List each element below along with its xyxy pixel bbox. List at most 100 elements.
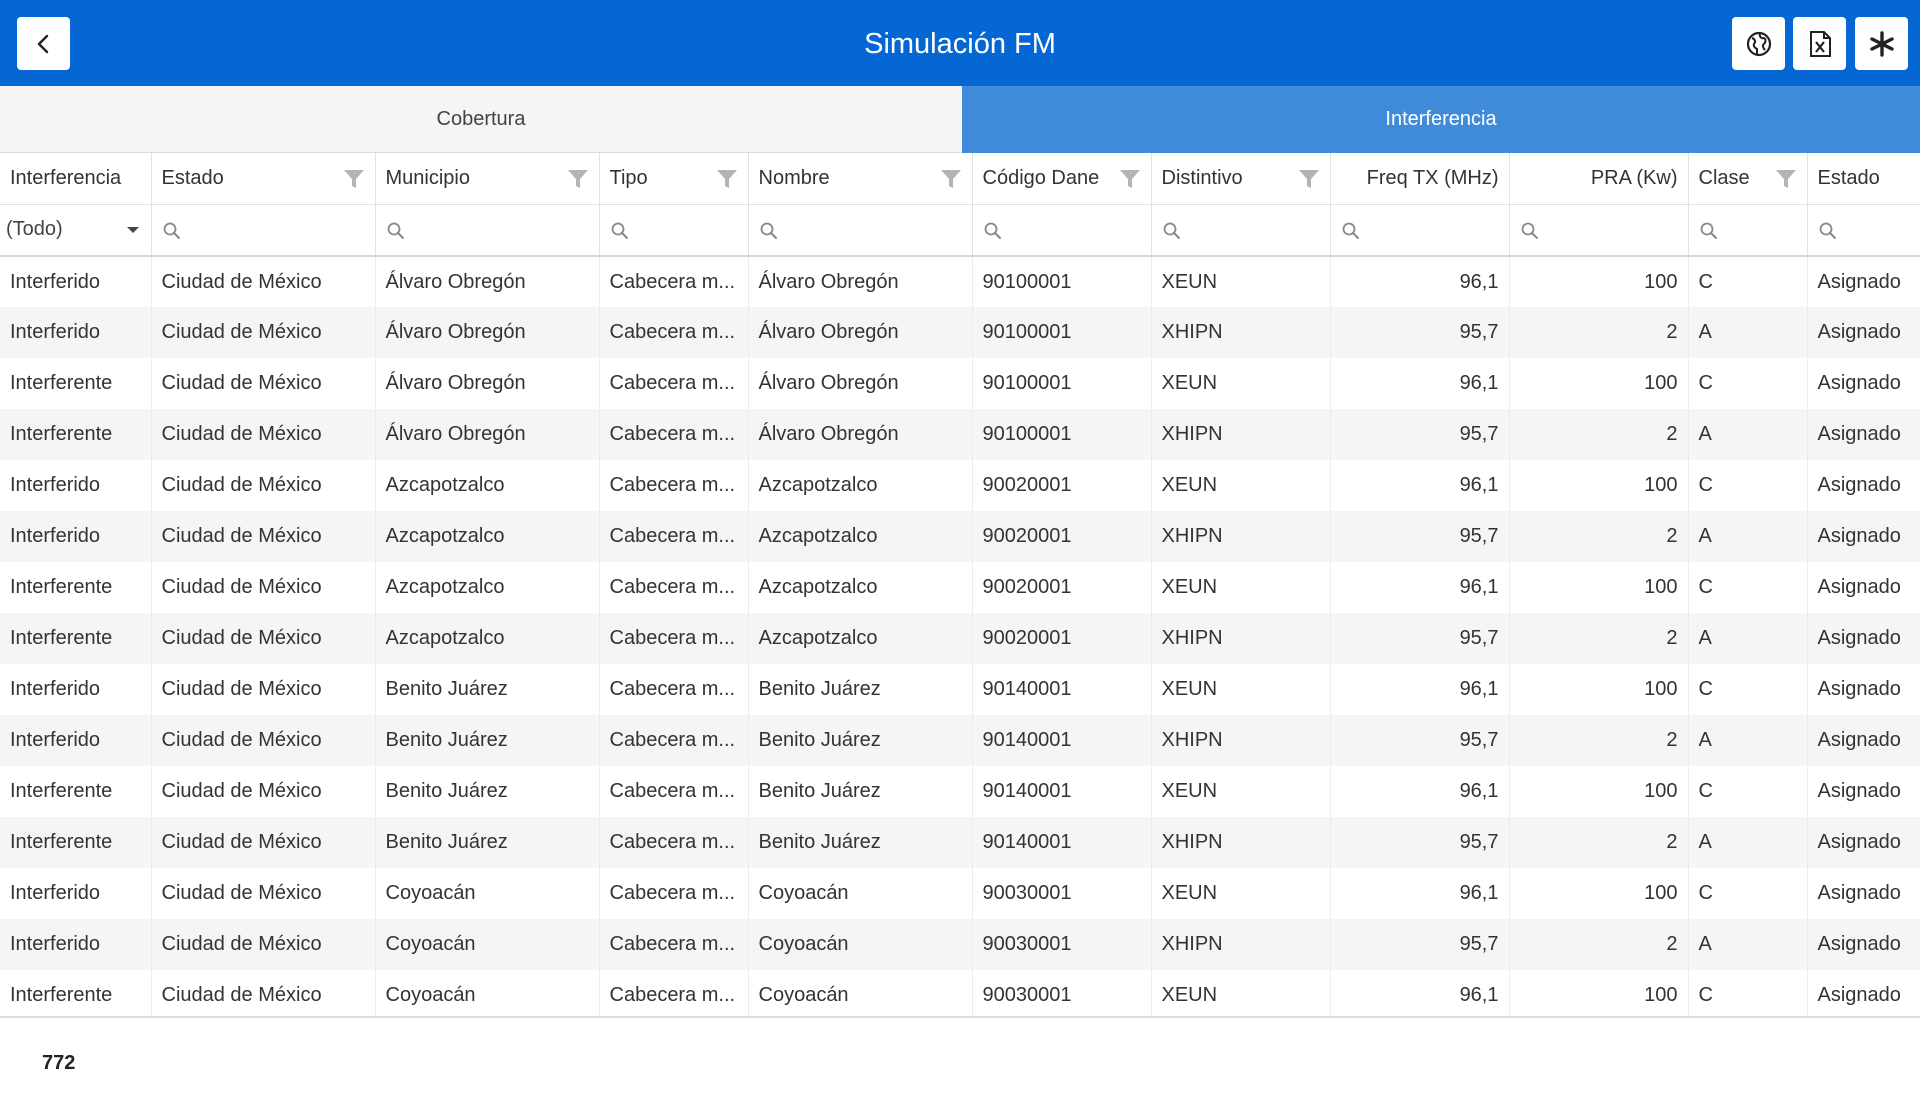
back-button[interactable]: [17, 17, 70, 70]
cell-tipo: Cabecera m...: [599, 817, 749, 868]
cell-nombre: Álvaro Obregón: [748, 358, 973, 409]
cell-distintivo: XEUN: [1151, 664, 1331, 715]
table-row[interactable]: Interferido Ciudad de México Azcapotzalco C…: [0, 460, 1920, 511]
cell-pra: 100: [1509, 766, 1689, 817]
column-header-tipo[interactable]: Tipo: [599, 153, 749, 205]
cell-clase: A: [1688, 613, 1808, 664]
cell-tipo: Cabecera m...: [599, 664, 749, 715]
cell-freq-tx: 95,7: [1330, 307, 1510, 358]
cell-estado: Ciudad de México: [151, 460, 376, 511]
column-header-estado[interactable]: Estado: [151, 153, 376, 205]
filter-search-pra[interactable]: [1509, 204, 1689, 257]
cell-distintivo: XHIPN: [1151, 307, 1331, 358]
cell-codigo-dane: 90100001: [972, 409, 1152, 460]
cell-codigo-dane: 90030001: [972, 970, 1152, 1016]
table-row[interactable]: Interferido Ciudad de México Coyoacán Cabec…: [0, 868, 1920, 919]
table-row[interactable]: Interferente Ciudad de México Coyoacán Cabe…: [0, 970, 1920, 1016]
cell-estado: Ciudad de México: [151, 358, 376, 409]
table-row[interactable]: Interferido Ciudad de México Benito Juárez…: [0, 664, 1920, 715]
filter-search-municipio[interactable]: [375, 204, 600, 257]
filter-search-distintivo[interactable]: [1151, 204, 1331, 257]
cell-estado-asignacion: Asignado: [1807, 766, 1920, 817]
table-row[interactable]: Interferente Ciudad de México Álvaro Obreg…: [0, 409, 1920, 460]
filter-select-interferencia[interactable]: (Todo): [0, 204, 152, 257]
tab-interferencia[interactable]: Interferencia: [962, 86, 1920, 153]
column-header-nombre[interactable]: Nombre: [748, 153, 973, 205]
table-row[interactable]: Interferente Ciudad de México Álvaro Obreg…: [0, 358, 1920, 409]
cell-clase: C: [1688, 358, 1808, 409]
cell-pra: 2: [1509, 307, 1689, 358]
filter-search-nombre[interactable]: [748, 204, 973, 257]
column-header-interferencia[interactable]: Interferencia: [0, 153, 152, 205]
filter-icon[interactable]: [1119, 168, 1141, 190]
excel-export-button[interactable]: [1793, 17, 1846, 70]
cell-clase: A: [1688, 817, 1808, 868]
cell-freq-tx: 95,7: [1330, 511, 1510, 562]
table-row[interactable]: Interferido Ciudad de México Azcapotzalco C…: [0, 511, 1920, 562]
column-header-municipio[interactable]: Municipio: [375, 153, 600, 205]
cell-interferencia: Interferido: [0, 664, 152, 715]
column-header-label: Freq TX (MHz): [1366, 166, 1499, 189]
cell-estado: Ciudad de México: [151, 562, 376, 613]
table-row[interactable]: Interferente Ciudad de México Azcapotzalco…: [0, 613, 1920, 664]
filter-icon[interactable]: [343, 168, 365, 190]
column-header-label: Tipo: [609, 166, 648, 189]
column-header-estado-asignacion[interactable]: Estado: [1807, 153, 1920, 205]
filter-search-freq-tx[interactable]: [1330, 204, 1510, 257]
filter-search-estado-asignacion[interactable]: [1807, 204, 1920, 257]
search-icon: [1521, 222, 1538, 239]
filter-icon[interactable]: [1298, 168, 1320, 190]
cell-tipo: Cabecera m...: [599, 460, 749, 511]
star-button[interactable]: [1855, 17, 1908, 70]
cell-codigo-dane: 90100001: [972, 358, 1152, 409]
column-header-clase[interactable]: Clase: [1688, 153, 1808, 205]
cell-municipio: Benito Juárez: [375, 715, 600, 766]
cell-nombre: Benito Juárez: [748, 715, 973, 766]
table-row[interactable]: Interferente Ciudad de México Azcapotzalco…: [0, 562, 1920, 613]
filter-icon[interactable]: [1775, 168, 1797, 190]
column-header-codigo-dane[interactable]: Código Dane: [972, 153, 1152, 205]
column-header-pra[interactable]: PRA (Kw): [1509, 153, 1689, 205]
cell-estado: Ciudad de México: [151, 409, 376, 460]
cell-tipo: Cabecera m...: [599, 868, 749, 919]
cell-distintivo: XHIPN: [1151, 817, 1331, 868]
cell-pra: 100: [1509, 562, 1689, 613]
column-header-freq-tx[interactable]: Freq TX (MHz): [1330, 153, 1510, 205]
search-icon: [611, 222, 628, 239]
table-row[interactable]: Interferido Ciudad de México Coyoacán Cabec…: [0, 919, 1920, 970]
filter-icon[interactable]: [940, 168, 962, 190]
cell-interferencia: Interferido: [0, 256, 152, 307]
record-count: 772: [42, 1052, 76, 1074]
table-row[interactable]: Interferente Ciudad de México Benito Juáre…: [0, 817, 1920, 868]
filter-icon[interactable]: [716, 168, 738, 190]
cell-tipo: Cabecera m...: [599, 307, 749, 358]
table-row[interactable]: Interferido Ciudad de México Álvaro Obregó…: [0, 307, 1920, 358]
filter-search-clase[interactable]: [1688, 204, 1808, 257]
cell-distintivo: XHIPN: [1151, 511, 1331, 562]
cell-estado-asignacion: Asignado: [1807, 562, 1920, 613]
app-header: Simulación FM: [0, 0, 1920, 86]
globe-button[interactable]: [1732, 17, 1785, 70]
table-row[interactable]: Interferido Ciudad de México Benito Juárez…: [0, 715, 1920, 766]
column-header-label: Estado: [1817, 166, 1880, 189]
cell-municipio: Benito Juárez: [375, 766, 600, 817]
cell-pra: 2: [1509, 715, 1689, 766]
cell-freq-tx: 96,1: [1330, 868, 1510, 919]
cell-freq-tx: 96,1: [1330, 766, 1510, 817]
table-row[interactable]: Interferente Ciudad de México Benito Juáre…: [0, 766, 1920, 817]
column-header-distintivo[interactable]: Distintivo: [1151, 153, 1331, 205]
cell-interferencia: Interferente: [0, 766, 152, 817]
filter-search-tipo[interactable]: [599, 204, 749, 257]
filter-search-estado[interactable]: [151, 204, 376, 257]
cell-codigo-dane: 90140001: [972, 715, 1152, 766]
table-row[interactable]: Interferido Ciudad de México Álvaro Obregó…: [0, 256, 1920, 307]
filter-search-codigo-dane[interactable]: [972, 204, 1152, 257]
cell-codigo-dane: 90140001: [972, 766, 1152, 817]
tab-cobertura[interactable]: Cobertura: [0, 86, 962, 153]
cell-codigo-dane: 90020001: [972, 460, 1152, 511]
cell-clase: A: [1688, 307, 1808, 358]
filter-icon[interactable]: [567, 168, 589, 190]
cell-freq-tx: 95,7: [1330, 409, 1510, 460]
tab-bar: Cobertura Interferencia: [0, 86, 1920, 153]
search-icon: [1342, 222, 1359, 239]
